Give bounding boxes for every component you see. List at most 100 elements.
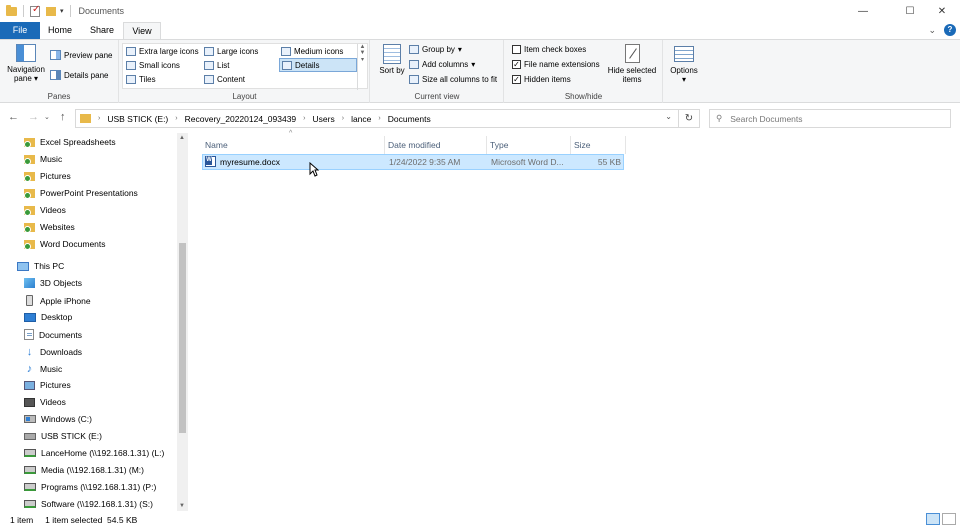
layout-label: Medium icons — [294, 47, 344, 56]
search-input[interactable]: Search Documents — [730, 114, 802, 124]
show-hide-group-label: Show/hide — [564, 92, 603, 101]
column-header-size[interactable]: Size — [571, 136, 626, 154]
layout-details[interactable]: Details — [279, 58, 357, 72]
nav-item-websites[interactable]: Websites — [24, 222, 75, 233]
layout-content[interactable]: Content — [204, 75, 245, 84]
layout-medium-icons[interactable]: Medium icons — [281, 47, 343, 56]
minimize-button[interactable]: — — [847, 0, 879, 22]
nav-item-excel-spreadsheets[interactable]: Excel Spreadsheets — [24, 137, 116, 148]
tab-home[interactable]: Home — [40, 22, 80, 39]
folder-icon — [24, 222, 35, 233]
navigation-pane-button[interactable]: Navigation pane ▾ — [4, 44, 48, 83]
medium-icons-icon — [281, 47, 291, 56]
properties-icon[interactable] — [30, 4, 40, 17]
search-box[interactable]: ⚲ Search Documents — [709, 109, 951, 128]
layout-tiles[interactable]: Tiles — [126, 75, 156, 84]
refresh-button[interactable]: ↻ — [679, 109, 700, 128]
layout-gallery-scroll[interactable]: ▲ ▼ ▾ — [357, 44, 367, 90]
forward-button[interactable]: → — [28, 111, 39, 123]
drive-icon — [24, 415, 36, 423]
nav-item-word-documents[interactable]: Word Documents — [24, 239, 106, 250]
options-button[interactable]: Options ▾ — [666, 46, 702, 84]
network-drive-icon — [24, 500, 36, 508]
nav-item-software[interactable]: Software (\\192.168.1.31) (S:) — [24, 499, 153, 509]
address-bar[interactable]: › USB STICK (E:) › Recovery_20220124_093… — [75, 109, 679, 128]
sort-by-button[interactable]: Sort by — [377, 44, 407, 75]
nav-item-documents[interactable]: Documents — [24, 329, 82, 340]
hide-selected-items-button[interactable]: Hide selected items — [605, 44, 659, 84]
new-folder-icon[interactable] — [46, 6, 56, 16]
nav-item-label: USB STICK (E:) — [41, 431, 102, 441]
nav-item-lancehome[interactable]: LanceHome (\\192.168.1.31) (L:) — [24, 448, 164, 458]
file-name-extensions-checkbox[interactable]: ✓ — [512, 60, 521, 69]
column-header-name[interactable]: Name — [202, 136, 385, 154]
chevron-right-icon[interactable]: › — [98, 115, 100, 122]
tab-file[interactable]: File — [0, 22, 40, 39]
nav-item-music-folder[interactable]: Music — [24, 154, 62, 165]
breadcrumb-documents[interactable]: Documents — [388, 114, 431, 124]
column-header-date-modified[interactable]: Date modified — [385, 136, 487, 154]
navigation-pane-scrollbar[interactable]: ▲ ▼ — [177, 133, 188, 511]
item-check-boxes-toggle[interactable]: Item check boxes — [512, 45, 586, 54]
nav-item-videos[interactable]: Videos — [24, 397, 66, 407]
address-row: ← → ⌄ ↑ › USB STICK (E:) › Recovery_2022… — [0, 103, 960, 133]
column-header-type[interactable]: Type — [487, 136, 571, 154]
back-button[interactable]: ← — [8, 111, 19, 123]
list-icon — [204, 61, 214, 70]
usb-drive-icon — [24, 432, 36, 440]
tab-view[interactable]: View — [123, 22, 161, 40]
size-all-columns-button[interactable]: Size all columns to fit — [409, 75, 497, 84]
nav-item-videos-folder[interactable]: Videos — [24, 205, 66, 216]
nav-item-powerpoint-presentations[interactable]: PowerPoint Presentations — [24, 188, 138, 199]
details-view-icon[interactable] — [926, 513, 940, 525]
hidden-items-toggle[interactable]: ✓ Hidden items — [512, 75, 571, 84]
nav-item-label: Pictures — [40, 380, 71, 390]
add-columns-button[interactable]: Add columns ▾ — [409, 60, 475, 69]
nav-item-pictures[interactable]: Pictures — [24, 380, 71, 390]
hidden-items-checkbox[interactable]: ✓ — [512, 75, 521, 84]
details-pane-button[interactable]: Details pane — [50, 70, 108, 80]
expand-ribbon-icon[interactable]: ⌄ — [928, 25, 936, 36]
preview-pane-button[interactable]: Preview pane — [50, 50, 112, 60]
large-icons-view-icon[interactable] — [942, 513, 956, 525]
item-check-boxes-checkbox[interactable] — [512, 45, 521, 54]
address-dropdown-icon[interactable]: ⌄ — [665, 112, 672, 121]
file-name-extensions-toggle[interactable]: ✓ File name extensions — [512, 60, 600, 69]
file-row[interactable]: myresume.docx 1/24/2022 9:35 AM Microsof… — [202, 154, 624, 170]
nav-item-3d-objects[interactable]: 3D Objects — [24, 278, 82, 288]
help-icon[interactable]: ? — [944, 24, 956, 36]
scrollbar-thumb[interactable] — [179, 243, 186, 433]
nav-item-this-pc[interactable]: This PC — [17, 261, 64, 271]
close-button[interactable]: ✕ — [926, 0, 958, 22]
nav-item-usb-stick[interactable]: USB STICK (E:) — [24, 431, 102, 441]
quick-access-dropdown-icon[interactable]: ▾ — [60, 7, 64, 15]
nav-item-downloads[interactable]: ↓ Downloads — [24, 346, 82, 358]
up-button[interactable]: ↑ — [60, 111, 66, 123]
scroll-down-icon[interactable]: ▼ — [179, 503, 185, 509]
nav-item-music[interactable]: ♪ Music — [24, 363, 62, 375]
chevron-right-icon[interactable]: › — [342, 115, 344, 122]
layout-large-icons[interactable]: Large icons — [204, 47, 258, 56]
layout-extra-large-icons[interactable]: Extra large icons — [126, 47, 199, 56]
chevron-right-icon[interactable]: › — [303, 115, 305, 122]
tab-share[interactable]: Share — [82, 22, 122, 39]
group-by-button[interactable]: Group by ▾ — [409, 45, 462, 54]
nav-item-media[interactable]: Media (\\192.168.1.31) (M:) — [24, 465, 144, 475]
layout-label: Extra large icons — [139, 47, 199, 56]
scroll-up-icon[interactable]: ▲ — [179, 135, 185, 141]
nav-item-pictures-folder[interactable]: Pictures — [24, 171, 71, 182]
breadcrumb-usb-stick[interactable]: USB STICK (E:) — [107, 114, 168, 124]
layout-list[interactable]: List — [204, 61, 229, 70]
recent-locations-icon[interactable]: ⌄ — [44, 113, 50, 121]
nav-item-windows-c[interactable]: Windows (C:) — [24, 414, 92, 424]
nav-item-programs[interactable]: Programs (\\192.168.1.31) (P:) — [24, 482, 156, 492]
breadcrumb-users[interactable]: Users — [313, 114, 335, 124]
breadcrumb-lance[interactable]: lance — [351, 114, 371, 124]
chevron-right-icon[interactable]: › — [175, 115, 177, 122]
chevron-right-icon[interactable]: › — [378, 115, 380, 122]
layout-small-icons[interactable]: Small icons — [126, 61, 180, 70]
nav-item-apple-iphone[interactable]: Apple iPhone — [24, 295, 91, 306]
nav-item-desktop[interactable]: Desktop — [24, 312, 72, 322]
breadcrumb-recovery[interactable]: Recovery_20220124_093439 — [185, 114, 297, 124]
maximize-button[interactable]: ☐ — [894, 0, 926, 22]
